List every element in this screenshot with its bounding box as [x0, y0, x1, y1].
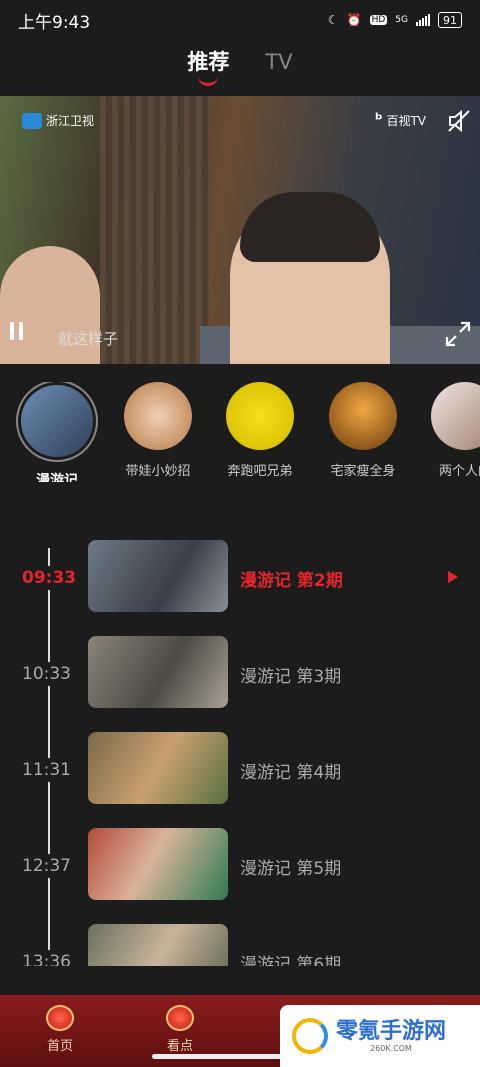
schedule-timeline: 09:33 漫游记 第2期 10:33 漫游记 第3期 11:31 漫游记 第4… — [0, 538, 480, 966]
battery-icon: 91 — [438, 12, 462, 28]
tab-recommend[interactable]: 推荐 — [187, 44, 229, 86]
episode-title: 漫游记 第4期 — [240, 763, 342, 783]
schedule-time: 13:36 — [22, 950, 71, 966]
channel-name: 漫游记 — [36, 473, 78, 482]
channel-logo: 浙江卫视 — [22, 112, 94, 129]
video-subtitle: 就这样子 — [58, 330, 119, 348]
moon-icon: ☾ — [327, 13, 339, 27]
alarm-icon: ⏰ — [346, 13, 362, 27]
episode-thumbnail — [88, 636, 228, 708]
channel-name: 奔跑吧兄弟 — [227, 464, 293, 479]
brand-b-icon: ᵇ — [374, 110, 383, 129]
schedule-item[interactable]: 13:36 漫游记 第6期 — [0, 924, 480, 966]
schedule-item[interactable]: 12:37 漫游记 第5期 — [0, 828, 480, 900]
episode-thumbnail — [88, 540, 228, 612]
watermark-logo-icon — [292, 1018, 328, 1054]
watermark-sub: 260K.COM — [370, 1043, 412, 1053]
video-scene-hair — [240, 192, 380, 262]
episode-title: 漫游记 第2期 — [240, 571, 343, 591]
channel-list: 漫游记 带娃小妙招 奔跑吧兄弟 宅家瘦全身 两个人的 — [0, 382, 480, 482]
episode-title: 漫游记 第5期 — [240, 859, 342, 879]
episode-thumbnail — [88, 732, 228, 804]
pause-icon[interactable] — [10, 322, 23, 340]
channel-name: 两个人的 — [438, 464, 480, 479]
nav-home-label: 首页 — [46, 1039, 73, 1054]
lantern-icon — [46, 1005, 74, 1031]
hd-badge: HD — [369, 15, 388, 25]
schedule-item[interactable]: 11:31 漫游记 第4期 — [0, 732, 480, 804]
episode-thumbnail — [88, 828, 228, 900]
brand-logo: ᵇ 百视TV — [375, 110, 426, 129]
watermark-title: 零氪手游网 — [336, 1018, 447, 1044]
channel-item[interactable]: 宅家瘦全身 — [318, 382, 408, 479]
fullscreen-icon[interactable] — [444, 320, 472, 348]
zhejiang-tv-icon — [22, 112, 42, 129]
schedule-time: 09:33 — [22, 566, 77, 590]
status-time: 上午9:43 — [18, 12, 91, 33]
channel-name: 宅家瘦全身 — [330, 464, 396, 479]
channel-avatar — [16, 382, 98, 462]
watermark: 零氪手游网 260K.COM — [280, 1005, 480, 1067]
mute-icon[interactable] — [446, 108, 472, 134]
channel-item[interactable]: 漫游记 — [12, 382, 102, 482]
channel-item[interactable]: 两个人的 — [420, 382, 480, 479]
network-type: 5G — [395, 15, 408, 25]
schedule-item[interactable]: 09:33 漫游记 第2期 — [0, 540, 480, 612]
episode-title: 漫游记 第6期 — [240, 955, 342, 966]
nav-home[interactable]: 首页 — [0, 995, 120, 1067]
video-scene-tree — [100, 96, 210, 364]
battery-level: 91 — [443, 13, 457, 27]
tab-tv[interactable]: TV — [265, 44, 292, 84]
channel-item[interactable]: 带娃小妙招 — [113, 382, 203, 479]
schedule-time: 11:31 — [22, 758, 71, 782]
schedule-item[interactable]: 10:33 漫游记 第3期 — [0, 636, 480, 708]
signal-icon — [416, 14, 430, 26]
schedule-time: 12:37 — [22, 854, 71, 878]
channel-avatar — [431, 382, 480, 450]
episode-title: 漫游记 第3期 — [240, 667, 342, 687]
status-bar: 上午9:43 ☾ ⏰ HD 5G 91 — [0, 0, 480, 40]
channel-avatar — [226, 382, 294, 450]
channel-avatar — [124, 382, 192, 450]
channel-logo-text: 浙江卫视 — [46, 114, 95, 128]
nav-highlights-label: 看点 — [166, 1039, 193, 1054]
top-tabs: 推荐 TV — [0, 44, 480, 94]
episode-thumbnail — [88, 924, 228, 966]
channel-avatar — [329, 382, 397, 450]
channel-name: 带娃小妙招 — [125, 464, 191, 479]
status-icons: ☾ ⏰ HD 5G 91 — [328, 12, 462, 28]
schedule-time: 10:33 — [22, 662, 71, 686]
play-icon[interactable] — [448, 571, 458, 583]
brand-text: 百视TV — [386, 114, 426, 128]
channel-item[interactable]: 奔跑吧兄弟 — [215, 382, 305, 479]
lucky-bag-icon — [166, 1005, 194, 1031]
video-player[interactable]: 浙江卫视 ᵇ 百视TV 就这样子 — [0, 96, 480, 364]
